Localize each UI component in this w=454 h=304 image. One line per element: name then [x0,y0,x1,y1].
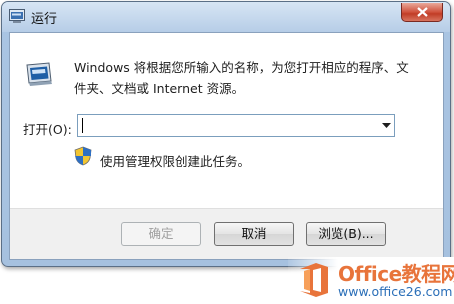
run-dialog-window: 运行 Windows 将根据您所输入的名称，为您打开相应的程序、文件夹、文档或 … [1,1,451,267]
uac-shield-icon [74,146,92,166]
watermark-title: Office教程网 [338,262,454,286]
title-bar[interactable]: 运行 [2,2,450,32]
chevron-down-icon[interactable] [382,123,391,128]
ok-button[interactable]: 确定 [121,222,201,246]
open-label: 打开(O): [23,122,72,137]
button-bar: 确定 取消 浏览(B)... [10,208,443,259]
watermark-url: www.office26.com [338,284,453,299]
window-title: 运行 [31,12,58,27]
open-combobox[interactable] [77,114,395,137]
run-app-icon [9,9,25,23]
close-button[interactable] [401,3,443,22]
text-caret [82,118,83,133]
office-logo-icon [300,263,328,297]
cancel-button[interactable]: 取消 [214,222,294,246]
admin-note-text: 使用管理权限创建此任务。 [100,154,251,169]
dialog-body: Windows 将根据您所输入的名称，为您打开相应的程序、文件夹、文档或 Int… [9,32,444,260]
dialog-description: Windows 将根据您所输入的名称，为您打开相应的程序、文件夹、文档或 Int… [74,60,409,96]
close-icon [417,7,428,17]
watermark: Office教程网 www.office26.com [288,257,454,304]
browse-button[interactable]: 浏览(B)... [306,222,386,246]
run-program-icon [26,62,52,86]
